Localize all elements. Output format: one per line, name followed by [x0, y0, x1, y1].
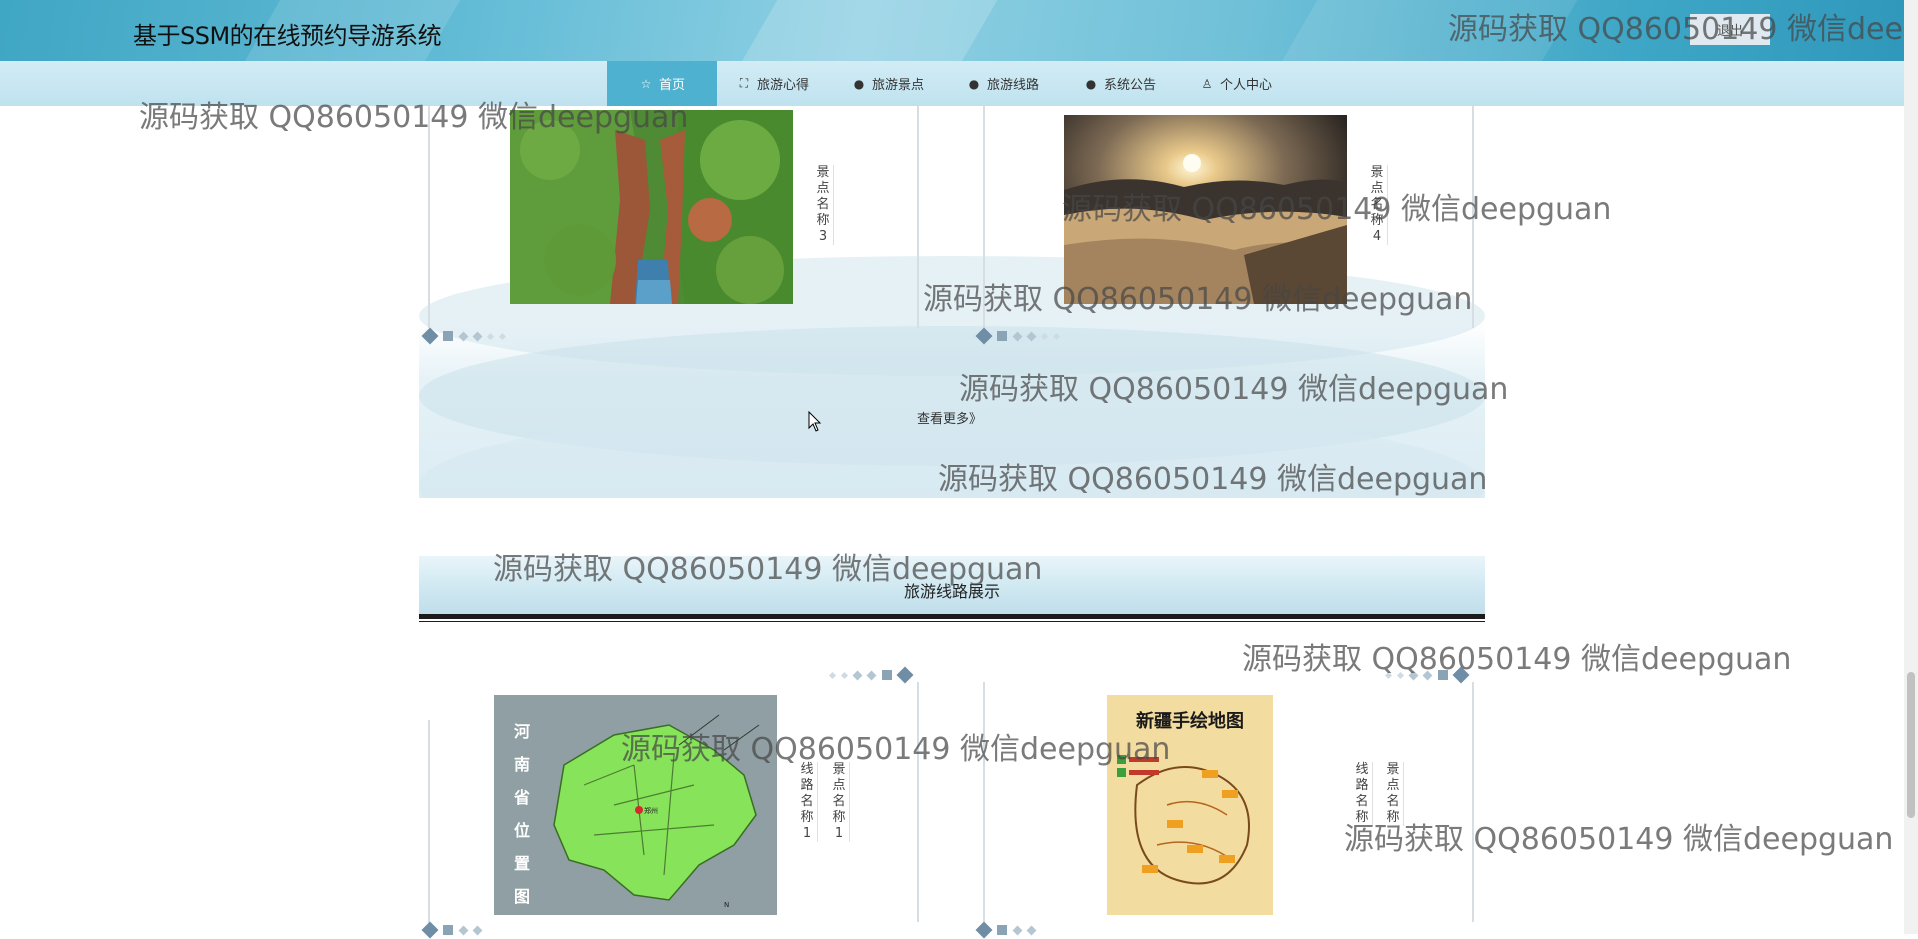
nav-item-label: 个人中心 — [1220, 78, 1273, 93]
scenic-image-3[interactable] — [510, 110, 793, 304]
timeline-line — [983, 682, 985, 922]
nav-item-personal-center[interactable]: ♙ 个人中心 — [1200, 61, 1272, 106]
timeline-line — [917, 682, 919, 922]
route-image-2[interactable]: 新疆手绘地图 — [1107, 695, 1273, 915]
exclamation-icon: ● — [853, 76, 865, 91]
nav-item-label: 旅游心得 — [757, 78, 810, 93]
watermark: 源码获取 QQ86050149 微信deepguan — [1344, 822, 1894, 857]
timeline-line — [428, 720, 430, 934]
map-char: 河 — [513, 722, 530, 741]
map-char: 置 — [513, 854, 530, 873]
timeline-marker — [1384, 666, 1470, 684]
site-title: 基于SSM的在线预约导游系统 — [133, 22, 442, 50]
route-label-2[interactable]: 线路名称 — [1355, 762, 1373, 826]
nav-item-label: 旅游线路 — [987, 78, 1040, 93]
section-divider — [419, 614, 1485, 621]
scrollbar-thumb[interactable] — [1907, 672, 1915, 818]
watermark: 源码获取 QQ86050149 微信deepguan — [1242, 642, 1792, 677]
map-char: 省 — [513, 788, 530, 807]
route-section-header: 旅游线路展示 — [419, 556, 1485, 620]
timeline-marker — [421, 327, 507, 345]
timeline-line — [917, 106, 919, 328]
nav-item-scenic-spots[interactable]: ● 旅游景点 — [852, 61, 924, 106]
timeline-marker — [975, 327, 1061, 345]
route-label-1[interactable]: 线路名称1 — [800, 762, 818, 842]
timeline-line — [428, 106, 430, 328]
nav-item-travel-routes[interactable]: ● 旅游线路 — [967, 61, 1039, 106]
timeline-marker — [421, 921, 483, 939]
svg-text:N: N — [724, 901, 729, 909]
logout-button[interactable]: 退出 — [1690, 14, 1770, 45]
view-more-link[interactable]: 查看更多》 — [917, 408, 982, 427]
star-icon: ☆ — [640, 76, 652, 91]
sea-of-clouds-photo-icon — [1064, 115, 1347, 304]
canyon-photo-icon — [510, 110, 793, 304]
nav-item-announcements[interactable]: ● 系统公告 — [1084, 61, 1156, 106]
map-char: 南 — [513, 755, 530, 774]
timeline-line — [1472, 682, 1474, 922]
route-spot-label-2[interactable]: 景点名称 — [1386, 762, 1404, 826]
page-scrollbar[interactable] — [1904, 0, 1918, 934]
nav-item-travel-notes[interactable]: ⛶ 旅游心得 — [737, 61, 809, 106]
map-char: 图 — [513, 887, 530, 906]
scenic-label-4[interactable]: 景点名称4 — [1370, 165, 1388, 245]
route-section-title: 旅游线路展示 — [903, 582, 1000, 601]
svg-text:郑州: 郑州 — [644, 807, 658, 815]
user-icon: ♙ — [1201, 76, 1213, 91]
main-nav: ☆ 首页 ⛶ 旅游心得 ● 旅游景点 ● 旅游线路 ● 系统公告 ♙ 个人中心 — [0, 61, 1918, 106]
bag-icon: ⛶ — [739, 76, 749, 90]
scenic-label-3[interactable]: 景点名称3 — [816, 165, 834, 245]
route-spot-label-1[interactable]: 景点名称1 — [832, 762, 850, 842]
timeline-marker — [975, 921, 1037, 939]
timeline-marker — [828, 666, 914, 684]
question-icon: ● — [968, 76, 980, 91]
scenic-image-4[interactable] — [1064, 115, 1347, 304]
header-facet — [1271, 0, 1589, 61]
route-image-1[interactable]: 郑州 N 河 南 省 位 置 图 — [494, 695, 777, 915]
timeline-line — [1472, 106, 1474, 328]
info-icon: ● — [1085, 76, 1097, 91]
header-facet — [731, 0, 1009, 61]
nav-item-label: 旅游景点 — [872, 78, 925, 93]
nav-item-label: 首页 — [658, 78, 685, 93]
mouse-cursor-icon — [808, 411, 822, 432]
timeline-line — [983, 106, 985, 328]
map-char: 位 — [513, 821, 530, 840]
henan-map-chars: 河 南 省 位 置 图 — [512, 715, 532, 913]
henan-map-icon: 郑州 N — [494, 695, 777, 915]
section-divider — [419, 621, 1485, 622]
nav-item-label: 系统公告 — [1104, 78, 1157, 93]
xinjiang-map-title: 新疆手绘地图 — [1136, 711, 1244, 732]
nav-item-home[interactable]: ☆ 首页 — [607, 61, 717, 106]
site-header: 基于SSM的在线预约导游系统 退出 — [0, 0, 1918, 61]
